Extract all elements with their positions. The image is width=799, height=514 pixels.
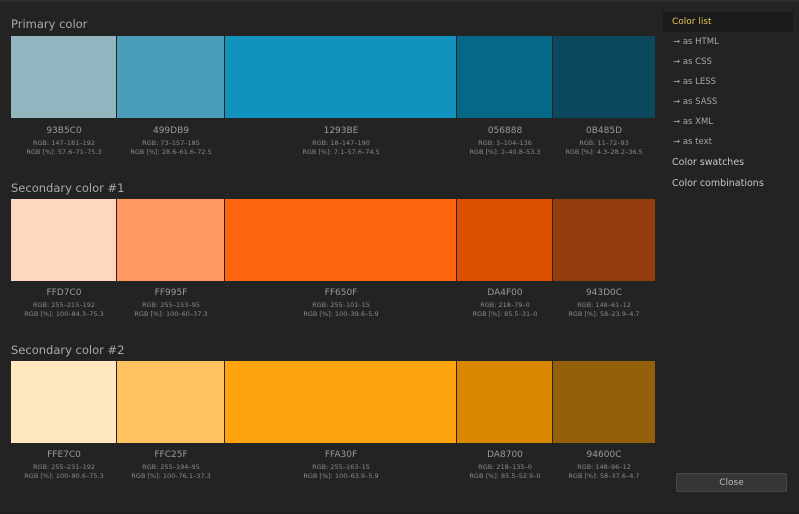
color-list-panel: Primary color 93B5C0 RGB: 147–181–192 RG… <box>11 2 656 514</box>
swatch-info: DA8700 RGB: 218–135–0 RGB [%]: 85.5–52.9… <box>457 450 553 481</box>
hex-code: 499DB9 <box>152 126 189 136</box>
swatch-info: FF995F RGB: 255–153–95 RGB [%]: 100–60–3… <box>117 288 225 319</box>
hex-code: FFE7C0 <box>47 450 81 460</box>
rgb-value: RGB: 73–157–185 <box>142 139 200 147</box>
swatch-info: 1293BE RGB: 18–147–190 RGB [%]: 7.1–57.6… <box>225 126 457 157</box>
close-button[interactable]: Close <box>676 473 787 492</box>
hex-code: FFC25F <box>154 450 188 460</box>
color-swatch[interactable] <box>225 361 457 443</box>
rgb-percent-value: RGB [%]: 100–76.1–37.3 <box>131 472 211 480</box>
rgb-percent-value: RGB [%]: 58–23.9–4.7 <box>568 310 640 318</box>
section-title-secondary-2: Secondary color #2 <box>11 343 125 357</box>
rgb-value: RGB: 218–79–0 <box>480 301 530 309</box>
rgb-value: RGB: 255–231–192 <box>33 463 95 471</box>
hex-code: FF995F <box>154 288 188 298</box>
sidebar-item-as-less[interactable]: → as LESS <box>663 72 793 92</box>
swatch-info: 943D0C RGB: 148–61–12 RGB [%]: 58–23.9–4… <box>553 288 655 319</box>
sidebar-item-as-html[interactable]: → as HTML <box>663 32 793 52</box>
color-swatch[interactable] <box>11 199 117 281</box>
rgb-value: RGB: 5–104–136 <box>478 139 532 147</box>
color-swatch[interactable] <box>11 361 117 443</box>
swatch-info: 0B485D RGB: 11–72–93 RGB [%]: 4.3–28.2–3… <box>553 126 655 157</box>
swatch-info-row-secondary-1: FFD7C0 RGB: 255–215–192 RGB [%]: 100–84.… <box>11 288 655 319</box>
rgb-percent-value: RGB [%]: 100–63.9–5.9 <box>303 472 379 480</box>
rgb-value: RGB: 18–147–190 <box>312 139 370 147</box>
swatch-row-secondary-1 <box>11 199 655 281</box>
rgb-percent-value: RGB [%]: 100–39.6–5.9 <box>303 310 379 318</box>
hex-code: FFD7C0 <box>46 288 82 298</box>
hex-code: 1293BE <box>323 126 359 136</box>
swatch-info: 94600C RGB: 148–96–12 RGB [%]: 58–37.6–4… <box>553 450 655 481</box>
rgb-percent-value: RGB [%]: 2–40.8–53.3 <box>469 148 541 156</box>
swatch-info: FFE7C0 RGB: 255–231–192 RGB [%]: 100–90.… <box>11 450 117 481</box>
sidebar-item-color-combinations[interactable]: Color combinations <box>663 173 793 194</box>
sidebar-item-as-css[interactable]: → as CSS <box>663 52 793 72</box>
color-swatch[interactable] <box>457 36 553 118</box>
swatch-info: DA4F00 RGB: 218–79–0 RGB [%]: 85.5–31–0 <box>457 288 553 319</box>
rgb-percent-value: RGB [%]: 85.5–52.9–0 <box>469 472 541 480</box>
rgb-percent-value: RGB [%]: 57.6–71–75.3 <box>26 148 102 156</box>
rgb-value: RGB: 218–135–0 <box>478 463 532 471</box>
color-swatch[interactable] <box>225 36 457 118</box>
color-swatch[interactable] <box>457 199 553 281</box>
rgb-percent-value: RGB [%]: 58–37.6–4.7 <box>568 472 640 480</box>
swatch-info: FFC25F RGB: 255–194–95 RGB [%]: 100–76.1… <box>117 450 225 481</box>
rgb-value: RGB: 255–153–95 <box>142 301 200 309</box>
sidebar-item-as-text[interactable]: → as text <box>663 132 793 152</box>
rgb-percent-value: RGB [%]: 100–60–37.3 <box>134 310 208 318</box>
hex-code: DA4F00 <box>487 288 523 298</box>
swatch-info-row-primary: 93B5C0 RGB: 147–181–192 RGB [%]: 57.6–71… <box>11 126 655 157</box>
color-swatch[interactable] <box>553 199 655 281</box>
color-swatch[interactable] <box>553 36 655 118</box>
swatch-info-row-secondary-2: FFE7C0 RGB: 255–231–192 RGB [%]: 100–90.… <box>11 450 655 481</box>
hex-code: FFA30F <box>324 450 358 460</box>
hex-code: 056888 <box>487 126 523 136</box>
palette-window: Primary color 93B5C0 RGB: 147–181–192 RG… <box>0 0 799 512</box>
rgb-value: RGB: 148–61–12 <box>577 301 631 309</box>
section-title-primary: Primary color <box>11 17 88 31</box>
color-swatch[interactable] <box>225 199 457 281</box>
rgb-percent-value: RGB [%]: 7.1–57.6–74.5 <box>302 148 380 156</box>
color-swatch[interactable] <box>117 199 225 281</box>
hex-code: 0B485D <box>585 126 622 136</box>
rgb-value: RGB: 11–72–93 <box>579 139 629 147</box>
sidebar-item-as-sass[interactable]: → as SASS <box>663 92 793 112</box>
rgb-percent-value: RGB [%]: 4.3–28.2–36.5 <box>565 148 643 156</box>
swatch-info: 056888 RGB: 5–104–136 RGB [%]: 2–40.8–53… <box>457 126 553 157</box>
rgb-value: RGB: 148–96–12 <box>577 463 631 471</box>
rgb-value: RGB: 255–215–192 <box>33 301 95 309</box>
swatch-row-primary <box>11 36 655 118</box>
section-title-secondary-1: Secondary color #1 <box>11 181 125 195</box>
swatch-info: 93B5C0 RGB: 147–181–192 RGB [%]: 57.6–71… <box>11 126 117 157</box>
sidebar-nav: Color list → as HTML → as CSS → as LESS … <box>663 12 793 194</box>
swatch-info: FFD7C0 RGB: 255–215–192 RGB [%]: 100–84.… <box>11 288 117 319</box>
sidebar-item-color-swatches[interactable]: Color swatches <box>663 152 793 173</box>
color-swatch[interactable] <box>117 36 225 118</box>
color-swatch[interactable] <box>457 361 553 443</box>
color-swatch[interactable] <box>11 36 117 118</box>
rgb-percent-value: RGB [%]: 28.6–61.6–72.5 <box>130 148 212 156</box>
color-swatch[interactable] <box>553 361 655 443</box>
hex-code: 94600C <box>586 450 622 460</box>
color-swatch[interactable] <box>117 361 225 443</box>
rgb-value: RGB: 147–181–192 <box>33 139 95 147</box>
swatch-info: FFA30F RGB: 255–163–15 RGB [%]: 100–63.9… <box>225 450 457 481</box>
hex-code: DA8700 <box>487 450 523 460</box>
hex-code: FF650F <box>324 288 358 298</box>
swatch-info: 499DB9 RGB: 73–157–185 RGB [%]: 28.6–61.… <box>117 126 225 157</box>
sidebar-item-color-list[interactable]: Color list <box>663 12 793 32</box>
swatch-row-secondary-2 <box>11 361 655 443</box>
hex-code: 943D0C <box>585 288 623 298</box>
rgb-percent-value: RGB [%]: 100–90.6–75.3 <box>24 472 104 480</box>
sidebar-item-as-xml[interactable]: → as XML <box>663 112 793 132</box>
rgb-percent-value: RGB [%]: 85.5–31–0 <box>472 310 538 318</box>
rgb-value: RGB: 255–101–15 <box>312 301 370 309</box>
swatch-info: FF650F RGB: 255–101–15 RGB [%]: 100–39.6… <box>225 288 457 319</box>
rgb-value: RGB: 255–163–15 <box>312 463 370 471</box>
hex-code: 93B5C0 <box>46 126 82 136</box>
rgb-percent-value: RGB [%]: 100–84.3–75.3 <box>24 310 104 318</box>
rgb-value: RGB: 255–194–95 <box>142 463 200 471</box>
